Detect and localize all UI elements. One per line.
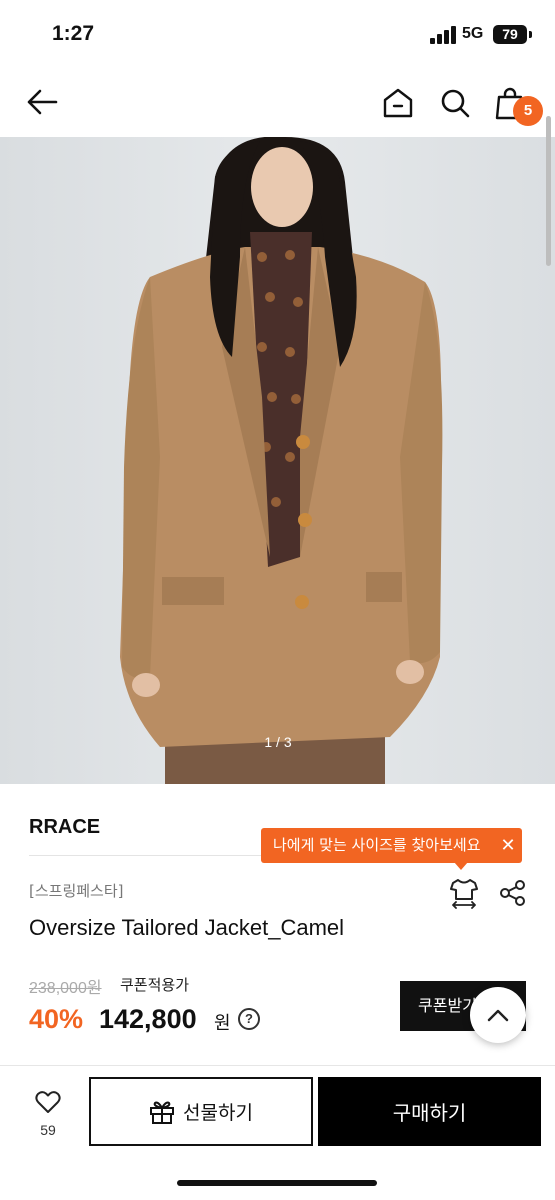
price-help-icon[interactable]: ? bbox=[238, 1008, 260, 1030]
scrollbar[interactable] bbox=[546, 116, 551, 266]
gift-icon bbox=[150, 1101, 175, 1124]
heart-icon bbox=[35, 1091, 61, 1113]
home-button[interactable] bbox=[378, 83, 418, 123]
bottom-bar-divider bbox=[0, 1065, 555, 1066]
share-icon bbox=[500, 880, 525, 906]
discount-rate: 40% bbox=[29, 1004, 84, 1034]
promo-tag: [스프링페스타] bbox=[29, 882, 124, 900]
share-button[interactable] bbox=[495, 875, 531, 911]
search-icon bbox=[441, 89, 470, 118]
search-button[interactable] bbox=[435, 83, 475, 123]
gift-button-label: 선물하기 bbox=[183, 1102, 253, 1124]
tooltip-close-button[interactable]: ✕ bbox=[494, 828, 522, 863]
home-icon bbox=[383, 88, 413, 118]
chevron-up-icon bbox=[487, 1009, 509, 1022]
scroll-top-button[interactable] bbox=[470, 987, 526, 1043]
signal-icon bbox=[430, 26, 456, 44]
size-guide-button[interactable] bbox=[446, 875, 482, 911]
back-button[interactable] bbox=[22, 82, 62, 122]
sale-price: 142,800 bbox=[99, 1004, 197, 1034]
battery-tip bbox=[529, 31, 532, 38]
size-finder-tooltip[interactable]: 나에게 맞는 사이즈를 찾아보세요 bbox=[261, 828, 522, 863]
currency-label: 원 bbox=[214, 1013, 231, 1034]
network-label: 5G bbox=[462, 25, 484, 42]
gallery-page-indicator: 1 / 3 bbox=[264, 734, 292, 750]
like-count: 59 bbox=[40, 1122, 56, 1138]
product-image[interactable] bbox=[0, 137, 555, 784]
like-button[interactable] bbox=[20, 1090, 76, 1118]
original-price: 238,000원 bbox=[29, 980, 102, 997]
gift-button[interactable]: 선물하기 bbox=[89, 1077, 313, 1146]
tooltip-text: 나에게 맞는 사이즈를 찾아보세요 bbox=[273, 836, 481, 854]
battery-indicator: 79 bbox=[493, 25, 527, 44]
product-title: Oversize Tailored Jacket_Camel bbox=[29, 915, 345, 940]
brand-name[interactable]: RRACE bbox=[29, 816, 100, 839]
tshirt-size-icon bbox=[450, 879, 478, 909]
model-photo bbox=[0, 137, 555, 784]
cart-count-badge: 5 bbox=[513, 96, 543, 126]
coupon-price-label: 쿠폰적용가 bbox=[120, 976, 190, 994]
tooltip-arrow bbox=[454, 862, 468, 870]
buy-button-label: 구매하기 bbox=[392, 1101, 467, 1125]
status-time: 1:27 bbox=[52, 22, 95, 45]
buy-button[interactable]: 구매하기 bbox=[318, 1077, 541, 1146]
home-indicator bbox=[177, 1180, 377, 1186]
arrow-left-icon bbox=[27, 89, 58, 115]
